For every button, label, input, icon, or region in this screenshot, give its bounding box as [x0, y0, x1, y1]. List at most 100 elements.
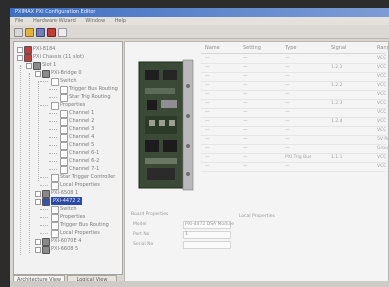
tree-connector [49, 169, 57, 170]
menu-hardware-wizard[interactable]: Hardware Wizard [33, 18, 76, 24]
column-header[interactable]: Name [205, 45, 220, 51]
property-icon [51, 78, 59, 86]
property-value-field[interactable]: PXI-4472 DSA Module [183, 221, 234, 229]
property-icon [51, 102, 59, 110]
table-cell: — [243, 119, 248, 124]
device-icon [24, 46, 32, 54]
tree-node-label: Switch [60, 206, 77, 212]
tree-node-label: Channel 4 [69, 134, 95, 140]
tree-node-label: PXI Chassis (11 slot) [33, 54, 84, 60]
table-row[interactable] [201, 63, 386, 64]
help-icon[interactable] [58, 28, 67, 37]
device-icon [42, 190, 50, 198]
column-header[interactable]: Signal [331, 45, 346, 51]
table-row[interactable] [201, 135, 386, 136]
new-icon[interactable] [14, 28, 23, 37]
table-cell: 1.2.1 [331, 65, 343, 70]
column-header[interactable]: Type [285, 45, 296, 51]
device-icon [42, 70, 50, 78]
table-row[interactable] [201, 126, 386, 127]
table-cell: 1.1.1 [331, 155, 343, 160]
table-cell: VCC Mode [377, 128, 388, 133]
tree-node-label: PXI-4472 2 [51, 197, 83, 205]
hardware-tree[interactable]: PXI-8184 PXI Chassis (11 slot) Slot 1 PXI-B… [13, 41, 123, 275]
tree-node-label: Channel 5 [69, 142, 95, 148]
table-row[interactable] [201, 117, 386, 118]
expand-toggle-icon[interactable] [35, 71, 41, 77]
table-cell: VCC Mode [377, 56, 388, 61]
table-cell: VCC Mode [377, 65, 388, 70]
tree-connector [40, 185, 48, 186]
table-row[interactable] [201, 72, 386, 73]
table-cell: VCC Mode [377, 110, 388, 115]
table-cell: 1.2.3 [331, 101, 343, 106]
tree-node-label: PXI-6608 5 [51, 246, 79, 252]
expand-toggle-icon[interactable] [26, 63, 32, 69]
property-icon [51, 222, 59, 230]
expand-toggle-icon[interactable] [35, 199, 41, 205]
property-icon [60, 118, 68, 126]
table-cell: — [285, 146, 290, 151]
expand-toggle-icon[interactable] [35, 247, 41, 253]
table-cell: VCC Mode [377, 92, 388, 97]
column-header[interactable]: Range [377, 45, 388, 51]
tree-connector [49, 145, 57, 146]
table-cell: — [243, 164, 248, 169]
menu-file[interactable]: File [15, 18, 23, 24]
delete-icon[interactable] [47, 28, 56, 37]
table-cell: — [243, 128, 248, 133]
table-row[interactable] [201, 144, 386, 145]
table-cell: — [285, 110, 290, 115]
table-cell: — [205, 65, 210, 70]
open-icon[interactable] [25, 28, 34, 37]
table-cell: — [205, 101, 210, 106]
table-cell: VCC Mode [377, 101, 388, 106]
table-cell: — [243, 110, 248, 115]
device-icon [42, 246, 50, 254]
tree-connector [40, 233, 48, 234]
table-cell: VCC Mode [377, 83, 388, 88]
table-cell: — [243, 146, 248, 151]
expand-toggle-icon[interactable] [17, 55, 23, 61]
table-header-rule [201, 53, 386, 54]
table-cell: — [285, 119, 290, 124]
column-header[interactable]: Setting [243, 45, 261, 51]
table-cell: — [285, 83, 290, 88]
property-value: PXI-4472 DSA Module [185, 222, 234, 227]
tree-connector [38, 81, 39, 181]
table-cell: 1.2.4 [331, 119, 343, 124]
table-cell: PXI Trig Bus [285, 155, 312, 160]
details-panel: Name Setting Type Signal Range — — — VCC Mode — — —… [124, 41, 389, 287]
table-row[interactable] [201, 90, 386, 91]
table-cell: — [243, 74, 248, 79]
table-row[interactable] [201, 171, 386, 172]
table-cell: 5V Ref [377, 137, 388, 142]
tree-node-label: Properties [60, 214, 86, 220]
expand-toggle-icon[interactable] [17, 47, 23, 53]
tree-connector [49, 153, 57, 154]
property-icon [60, 134, 68, 142]
property-icon [60, 86, 68, 94]
property-value-field[interactable] [183, 241, 231, 249]
expand-toggle-icon[interactable] [35, 239, 41, 245]
menu-window[interactable]: Window [85, 18, 105, 24]
tree-node-label: Channel 7-1 [69, 166, 100, 172]
property-label: Serial No [133, 242, 154, 247]
expand-toggle-icon[interactable] [35, 191, 41, 197]
table-row[interactable] [201, 162, 386, 163]
table-row[interactable] [201, 81, 386, 82]
menu-help[interactable]: Help [115, 18, 126, 24]
property-icon [51, 206, 59, 214]
table-cell: — [205, 110, 210, 115]
table-row[interactable] [201, 99, 386, 100]
property-value-field[interactable]: 1 [183, 231, 231, 239]
tree-node-label: Slot 1 [42, 62, 57, 68]
table-row[interactable] [201, 108, 386, 109]
table-cell: — [285, 137, 290, 142]
table-cell: — [243, 65, 248, 70]
save-icon[interactable] [36, 28, 45, 37]
table-row[interactable] [201, 153, 386, 154]
tree-connector [49, 97, 57, 98]
property-label: Part No [133, 232, 150, 237]
tree-node-label: Channel 1 [69, 110, 95, 116]
